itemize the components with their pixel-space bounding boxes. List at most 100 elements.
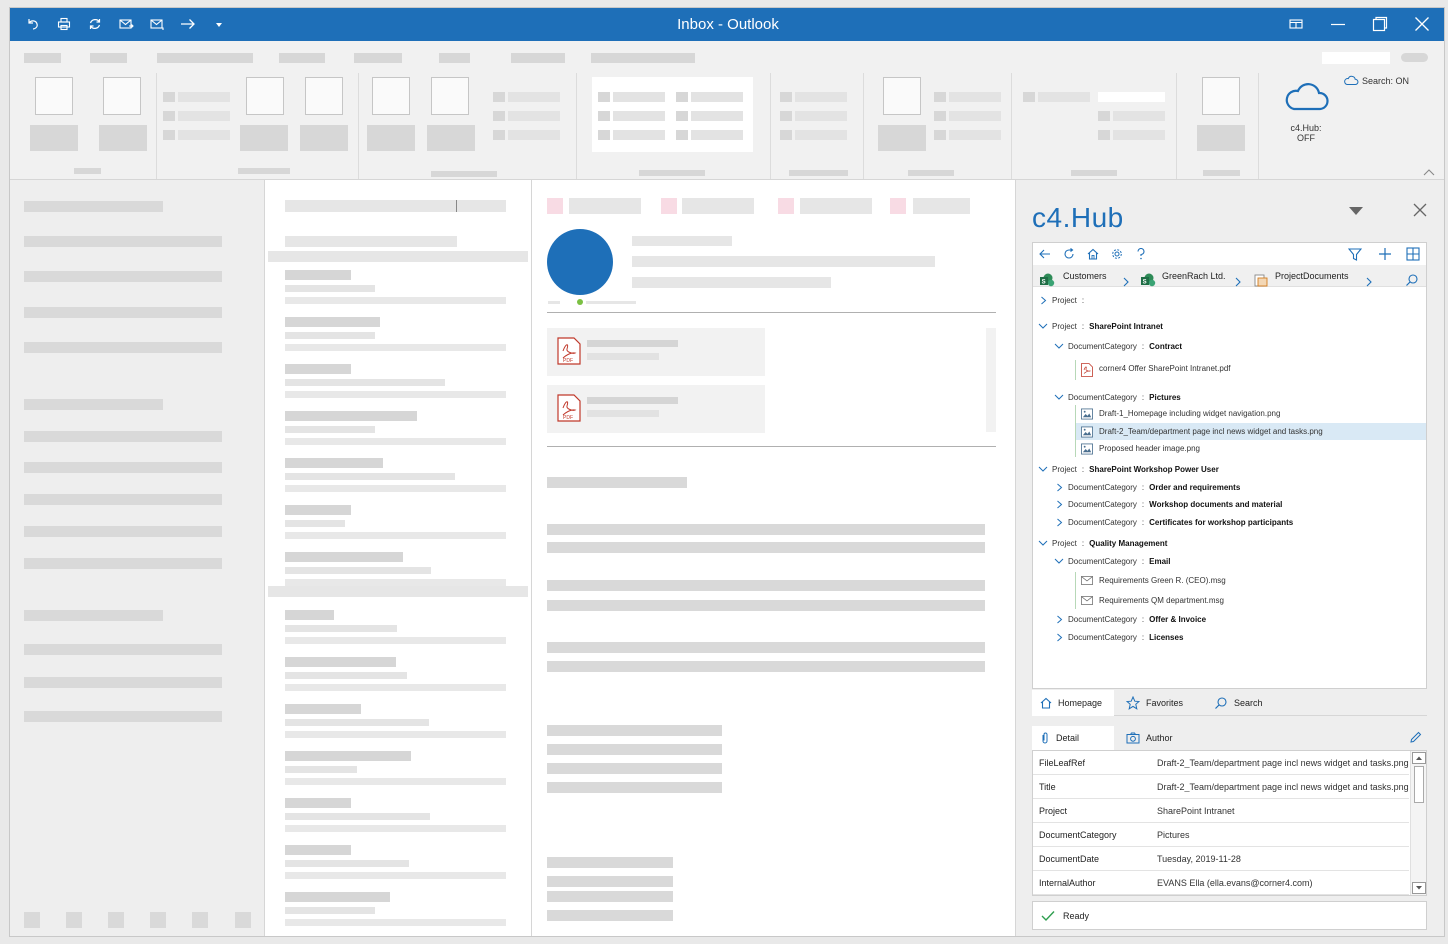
ribbon-toggle[interactable] (1401, 53, 1428, 62)
folder-item[interactable] (24, 711, 222, 722)
folder-item[interactable] (24, 644, 222, 655)
ribbon-tab[interactable] (439, 53, 470, 63)
list-item[interactable] (285, 892, 506, 932)
tree-file-item[interactable]: Requirements Green R. (CEO).msg (1075, 572, 1426, 589)
tree-file-item[interactable]: Draft-2_Team/department page incl news w… (1075, 423, 1426, 440)
ribbon-tab[interactable] (511, 53, 565, 63)
minimize-icon[interactable] (1328, 14, 1348, 34)
back-icon[interactable] (1037, 246, 1053, 262)
chevron-down-icon[interactable] (1037, 323, 1049, 330)
tree-file-item[interactable]: Requirements QM department.msg (1075, 592, 1426, 609)
nav-button[interactable] (192, 912, 208, 928)
ribbon-large-button[interactable] (305, 77, 343, 115)
tree-node[interactable]: Project: SharePoint Workshop Power User (1037, 461, 1219, 478)
ribbon-display-icon[interactable] (1286, 14, 1306, 34)
detail-scrollbar[interactable] (1410, 751, 1426, 895)
detail-row[interactable]: DocumentDate Tuesday, 2019-11-28 (1033, 847, 1409, 871)
list-item[interactable] (285, 317, 506, 357)
chevron-right-icon[interactable] (1053, 500, 1065, 509)
list-item[interactable] (285, 610, 506, 650)
scroll-up-icon[interactable] (1412, 752, 1426, 764)
ribbon-tab[interactable] (354, 53, 402, 63)
chevron-right-icon[interactable] (1053, 483, 1065, 492)
tree-node[interactable]: DocumentCategory: Workshop documents and … (1053, 496, 1282, 513)
tree-node[interactable]: DocumentCategory: Pictures (1053, 389, 1181, 406)
folder-item[interactable] (24, 494, 222, 505)
detail-row[interactable]: Title Draft-2_Team/department page incl n… (1033, 775, 1409, 799)
chevron-right-icon[interactable] (1053, 633, 1065, 642)
folder-item[interactable] (24, 236, 222, 247)
attachment-card[interactable]: PDF (547, 385, 765, 433)
tree-file-item[interactable]: Proposed header image.png (1075, 440, 1426, 457)
ribbon-tab[interactable] (90, 53, 127, 63)
ribbon-large-button[interactable] (35, 77, 73, 115)
ribbon-tab[interactable] (279, 53, 325, 63)
detail-row[interactable]: InternalAuthor EVANS Ella (ella.evans@cor… (1033, 871, 1409, 895)
tab-favorites[interactable]: Favorites (1118, 690, 1204, 716)
chevron-down-icon[interactable] (1037, 540, 1049, 547)
add-icon[interactable] (1377, 246, 1393, 262)
tree-node[interactable]: DocumentCategory: Offer & Invoice (1053, 611, 1206, 628)
list-search[interactable] (285, 200, 506, 212)
tree-file-item[interactable]: corner4 Offer SharePoint Intranet.pdf (1075, 360, 1426, 377)
attachment-card[interactable]: PDF (547, 328, 765, 376)
refresh-icon[interactable] (1061, 246, 1077, 262)
maximize-icon[interactable] (1370, 14, 1390, 34)
list-item[interactable] (285, 704, 506, 744)
ribbon-tab[interactable] (24, 53, 61, 63)
tree-node[interactable]: DocumentCategory: Licenses (1053, 629, 1183, 646)
list-item[interactable] (285, 657, 506, 697)
list-item[interactable] (285, 845, 506, 885)
tree-node[interactable]: DocumentCategory: Email (1053, 553, 1171, 570)
tab-homepage[interactable]: Homepage (1032, 690, 1114, 716)
folder-item[interactable] (24, 271, 222, 282)
breadcrumb-item[interactable]: GreenRach Ltd. (1162, 265, 1226, 287)
folder-item[interactable] (24, 526, 222, 537)
folder-item[interactable] (24, 462, 222, 473)
collapse-ribbon-icon[interactable] (1423, 168, 1435, 176)
ribbon-tab[interactable] (591, 53, 695, 63)
chevron-down-icon[interactable] (1053, 558, 1065, 565)
ribbon-large-button[interactable] (1202, 77, 1240, 115)
ribbon-large-button[interactable] (431, 77, 469, 115)
detail-row[interactable]: FileLeafRef Draft-2_Team/department page … (1033, 751, 1409, 775)
tree-node[interactable]: DocumentCategory: Certificates for worksh… (1053, 514, 1293, 531)
list-item[interactable] (285, 505, 506, 545)
ribbon-large-button[interactable] (103, 77, 141, 115)
attachment-scrollbar[interactable] (986, 328, 996, 432)
ribbon-tab[interactable] (157, 53, 253, 63)
nav-button[interactable] (150, 912, 166, 928)
scroll-down-icon[interactable] (1412, 882, 1426, 894)
nav-button[interactable] (235, 912, 251, 928)
ribbon-large-button[interactable] (372, 77, 410, 115)
folder-item[interactable] (24, 677, 222, 688)
tab-author[interactable]: Author (1118, 726, 1204, 750)
nav-button[interactable] (24, 912, 40, 928)
grid-view-icon[interactable] (1405, 246, 1421, 262)
search-status[interactable]: Search: ON (1343, 75, 1409, 86)
detail-row[interactable]: Project SharePoint Intranet (1033, 799, 1409, 823)
chevron-down-icon[interactable] (1053, 394, 1065, 401)
nav-button[interactable] (66, 912, 82, 928)
folder-item[interactable] (24, 431, 222, 442)
list-item[interactable] (285, 270, 506, 310)
list-item[interactable] (285, 798, 506, 838)
list-item[interactable] (285, 751, 506, 791)
folder-item[interactable] (24, 558, 222, 569)
breadcrumb-item[interactable]: Customers (1063, 265, 1107, 287)
ribbon-large-button[interactable] (883, 77, 921, 115)
tree-file-item[interactable]: Draft-1_Homepage including widget naviga… (1075, 405, 1426, 422)
pane-menu-icon[interactable] (1348, 206, 1364, 216)
edit-pencil-icon[interactable] (1409, 731, 1422, 744)
close-window-icon[interactable] (1412, 14, 1432, 34)
list-item[interactable] (285, 364, 506, 404)
tree-node[interactable]: Project: (1037, 292, 1089, 309)
c4hub-ribbon-button[interactable]: c4.Hub: OFF (1276, 81, 1336, 151)
settings-gear-icon[interactable] (1109, 246, 1125, 262)
list-item[interactable] (285, 458, 506, 498)
tree-node[interactable]: Project: SharePoint Intranet (1037, 318, 1163, 335)
help-icon[interactable] (1133, 246, 1149, 262)
folder-item[interactable] (24, 307, 222, 318)
chevron-right-icon[interactable] (1053, 518, 1065, 527)
tab-detail[interactable]: Detail (1032, 726, 1114, 750)
